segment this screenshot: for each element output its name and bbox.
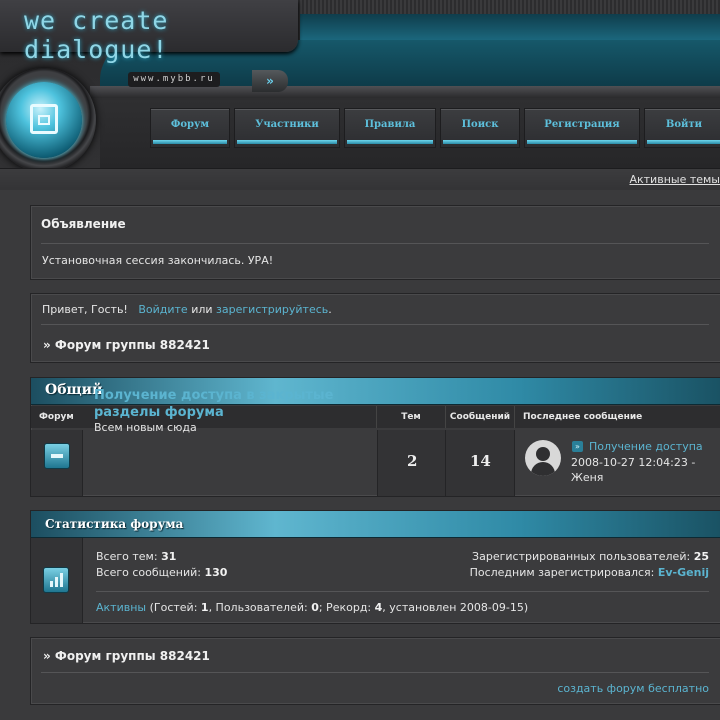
last-registered-label: Последним зарегистрировался: xyxy=(469,566,655,579)
posts-cell: 14 xyxy=(446,430,515,496)
nav-item-members[interactable]: Участники xyxy=(234,108,340,148)
forum-description: Всем новым сюда xyxy=(94,421,197,434)
forum-status-icon xyxy=(44,443,70,469)
online-text: (Гостей: xyxy=(149,601,198,614)
total-topics: Всего тем: 31 xyxy=(96,550,176,563)
site-header: we create dialogue! www.mybb.ru » Форум … xyxy=(0,0,720,190)
topics-cell: 2 xyxy=(377,430,446,496)
go-to-post-icon[interactable]: » xyxy=(572,441,583,452)
forum-title-link[interactable]: Получение доступа в закрытые разделы фор… xyxy=(94,387,354,421)
total-posts-value: 130 xyxy=(204,566,228,579)
nav-label: Участники xyxy=(255,119,319,130)
period-text: . xyxy=(328,303,332,316)
site-title: we create dialogue! xyxy=(24,6,169,64)
registered-users-label: Зарегистрированных пользователей: xyxy=(472,550,691,563)
welcome-box: Привет, Гость! Войдите или зарегистрируй… xyxy=(30,293,720,363)
total-topics-label: Всего тем: xyxy=(96,550,158,563)
column-header-posts: Сообщений xyxy=(446,406,515,428)
nav-label: Регистрация xyxy=(544,119,620,130)
divider xyxy=(96,591,709,592)
topics-count: 2 xyxy=(407,452,418,470)
breadcrumb[interactable]: » Форум группы 882421 xyxy=(43,338,210,352)
nav-item-search[interactable]: Поиск xyxy=(440,108,520,148)
guest-greeting: Привет, Гость! Войдите или зарегистрируй… xyxy=(42,303,332,316)
forum-icon-cell xyxy=(31,430,83,496)
register-link[interactable]: зарегистрируйтесь xyxy=(216,303,328,316)
column-header-last-post: Последнее сообщение xyxy=(515,406,720,428)
nav-item-forum[interactable]: Форум xyxy=(150,108,230,148)
total-topics-value: 31 xyxy=(161,550,177,563)
header-top-band xyxy=(300,0,720,15)
registered-users: Зарегистрированных пользователей: 25 xyxy=(472,550,709,563)
nav-item-register[interactable]: Регистрация xyxy=(524,108,640,148)
last-post-date: 2008-10-27 12:04:23 - xyxy=(571,456,696,469)
online-users: Активны (Гостей: 1, Пользователей: 0; Ре… xyxy=(96,601,528,614)
last-registered: Последним зарегистрировался: Ev-Genij xyxy=(470,566,709,579)
announcement-box: Объявление Установочная сессия закончила… xyxy=(30,205,720,280)
divider xyxy=(41,324,709,325)
nav-label: Правила xyxy=(364,119,416,130)
posts-count: 14 xyxy=(470,452,491,470)
total-posts: Всего сообщений: 130 xyxy=(96,566,227,579)
online-text: , установлен 2008-09-15) xyxy=(382,601,529,614)
nav-label: Войти xyxy=(665,119,703,130)
divider xyxy=(41,672,709,673)
avatar[interactable] xyxy=(525,440,561,476)
nav-label: Форум xyxy=(170,119,210,130)
last-post-author: Женя xyxy=(571,471,604,484)
nav-label: Поиск xyxy=(461,119,499,130)
active-users-link[interactable]: Активны xyxy=(96,601,146,614)
greeting-text: Привет, Гость! xyxy=(42,303,128,316)
stats-header: Статистика форума xyxy=(31,511,720,538)
divider xyxy=(41,243,709,244)
stats-box: Статистика форума Всего тем: 31 Всего со… xyxy=(30,510,720,624)
announcement-title: Объявление xyxy=(41,217,126,231)
footer-breadcrumb[interactable]: » Форум группы 882421 xyxy=(43,649,210,663)
active-topics-link[interactable]: Активные темы xyxy=(629,173,720,186)
announcement-text: Установочная сессия закончилась. УРА! xyxy=(42,254,274,267)
logo-glyph-icon xyxy=(30,104,58,134)
header-bottom-strip xyxy=(0,168,720,190)
or-text: или xyxy=(191,303,213,316)
guests-count: 1 xyxy=(200,601,209,614)
last-registered-user-link[interactable]: Ev-Genij xyxy=(658,566,709,579)
category-box: Общий Форум Тем Сообщений Последнее сооб… xyxy=(30,377,720,497)
column-header-topics: Тем xyxy=(377,406,446,428)
last-post-cell: » Получение доступа 2008-10-27 12:04:23 … xyxy=(515,430,720,496)
online-text: ; Рекорд: xyxy=(318,601,372,614)
site-title-plate: we create dialogue! xyxy=(0,0,298,64)
total-posts-label: Всего сообщений: xyxy=(96,566,201,579)
last-post-link[interactable]: Получение доступа xyxy=(589,440,703,453)
logo-orb-icon xyxy=(6,82,82,158)
footer-box: » Форум группы 882421 создать форум бесп… xyxy=(30,637,720,705)
users-online-count: 0 xyxy=(311,601,319,614)
logo[interactable] xyxy=(0,68,96,172)
header-rail xyxy=(90,86,720,98)
nav-item-login[interactable]: Войти xyxy=(644,108,720,148)
login-link[interactable]: Войдите xyxy=(138,303,187,316)
stats-title: Статистика форума xyxy=(45,517,184,531)
stats-chart-icon xyxy=(43,567,69,593)
create-forum-link[interactable]: создать форум бесплатно xyxy=(557,682,709,695)
nav-item-rules[interactable]: Правила xyxy=(344,108,436,148)
online-text: , Пользователей: xyxy=(208,601,308,614)
arrow-right-icon[interactable]: » xyxy=(252,70,288,92)
site-url[interactable]: www.mybb.ru xyxy=(128,72,220,87)
registered-users-value: 25 xyxy=(693,550,709,563)
stats-icon-cell xyxy=(31,538,83,623)
